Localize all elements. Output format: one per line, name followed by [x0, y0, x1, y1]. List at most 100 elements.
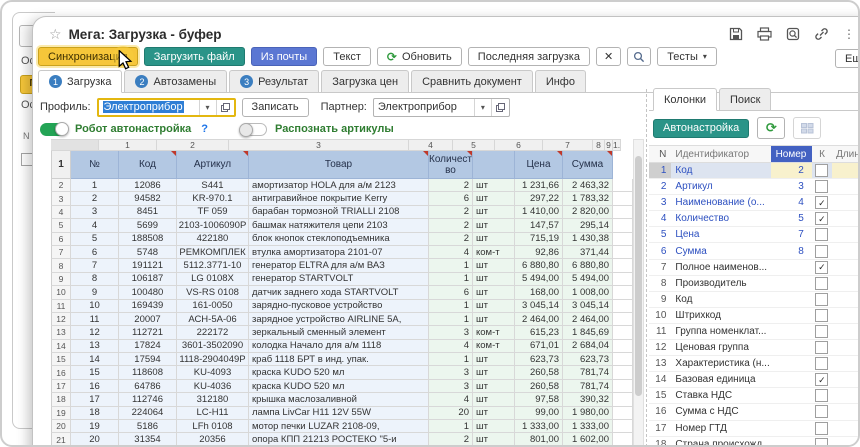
length-cell[interactable]: [832, 163, 860, 179]
length-cell[interactable]: [832, 372, 860, 388]
mapping-row[interactable]: 17 Номер ГТД ✓: [649, 421, 860, 437]
cell-qty[interactable]: 1: [429, 259, 473, 272]
cell-article[interactable]: KU-4093: [177, 366, 249, 379]
mapping-row[interactable]: 10 Штрихкод ✓: [649, 308, 860, 324]
cell-num[interactable]: 19: [71, 420, 119, 433]
kebab-icon[interactable]: ⋮: [843, 28, 855, 40]
tab-rezultat[interactable]: 3Результат: [229, 70, 319, 92]
tab-kolonki[interactable]: Колонки: [653, 88, 717, 111]
cell-sum[interactable]: 1 783,32: [563, 192, 613, 205]
cell-product[interactable]: краска KUDO 520 мл: [249, 380, 429, 393]
check-cell[interactable]: ✓: [812, 227, 832, 243]
length-cell[interactable]: [832, 211, 860, 227]
row-number[interactable]: 11: [51, 300, 71, 313]
check-cell[interactable]: ✓: [812, 421, 832, 437]
length-cell[interactable]: [832, 356, 860, 372]
save-icon[interactable]: [729, 27, 743, 41]
autoconfig-button[interactable]: Автонастройка: [653, 119, 749, 138]
cell-price[interactable]: 5 494,00: [515, 273, 563, 286]
cell-unit[interactable]: шт: [473, 366, 515, 379]
cell-price[interactable]: 801,00: [515, 433, 563, 446]
identifier-name[interactable]: Ставка НДС: [671, 388, 770, 404]
cell-product[interactable]: барабан тормозной TRIALLI 2108: [249, 206, 429, 219]
mapping-row[interactable]: 3 Наименование (о... 4 ✓: [649, 195, 860, 211]
cell-unit[interactable]: ком-т: [473, 246, 515, 259]
cell-sum[interactable]: 2 463,32: [563, 179, 613, 192]
cell-code[interactable]: 191121: [119, 259, 177, 272]
cell-extra[interactable]: [613, 340, 633, 353]
column-number-value[interactable]: 5: [771, 211, 812, 227]
cell-extra[interactable]: [613, 286, 633, 299]
cell-extra[interactable]: [613, 420, 633, 433]
cell-sum[interactable]: 371,44: [563, 246, 613, 259]
cell-extra[interactable]: [613, 179, 633, 192]
checkbox[interactable]: ✓: [815, 325, 828, 338]
length-cell[interactable]: [832, 404, 860, 420]
cell-price[interactable]: 6 880,80: [515, 259, 563, 272]
checkbox[interactable]: ✓: [815, 293, 828, 306]
cell-qty[interactable]: 4: [429, 393, 473, 406]
check-cell[interactable]: ✓: [812, 260, 832, 276]
cell-code[interactable]: 31354: [119, 433, 177, 446]
cell-article[interactable]: KR-970.1: [177, 192, 249, 205]
length-cell[interactable]: [832, 340, 860, 356]
column-number[interactable]: 8: [593, 139, 605, 151]
cell-code[interactable]: 5748: [119, 246, 177, 259]
column-number-value[interactable]: [771, 372, 812, 388]
cell-article[interactable]: АСН-5А-06: [177, 313, 249, 326]
cell-extra[interactable]: [613, 380, 633, 393]
row-number[interactable]: 4: [51, 206, 71, 219]
cell-unit[interactable]: шт: [473, 192, 515, 205]
tests-button[interactable]: Тесты▾: [657, 47, 717, 66]
panel-refresh-button[interactable]: ⟳: [757, 117, 785, 139]
cell-unit[interactable]: шт: [473, 286, 515, 299]
cell-unit[interactable]: шт: [473, 259, 515, 272]
cell-num[interactable]: 18: [71, 407, 119, 420]
check-cell[interactable]: ✓: [812, 372, 832, 388]
checkbox[interactable]: ✓: [815, 212, 828, 225]
cell-price[interactable]: 1 333,00: [515, 420, 563, 433]
cell-code[interactable]: 94582: [119, 192, 177, 205]
cell-qty[interactable]: 2: [429, 206, 473, 219]
cell-sum[interactable]: 5 494,00: [563, 273, 613, 286]
cell-article[interactable]: LC-H11: [177, 407, 249, 420]
scrollbar-thumb[interactable]: [635, 156, 642, 396]
cell-unit[interactable]: ком-т: [473, 340, 515, 353]
tab-info[interactable]: Инфо: [535, 70, 586, 92]
cell-num[interactable]: 9: [71, 286, 119, 299]
cell-code[interactable]: 118608: [119, 366, 177, 379]
identifier-name[interactable]: Группа номенклат...: [671, 324, 770, 340]
cell-extra[interactable]: [613, 192, 633, 205]
cell-sum[interactable]: 781,74: [563, 366, 613, 379]
close-button[interactable]: ✕: [596, 47, 621, 66]
row-number[interactable]: 16: [51, 366, 71, 379]
cell-article[interactable]: TF 059: [177, 206, 249, 219]
cell-price[interactable]: 715,19: [515, 233, 563, 246]
cell-product[interactable]: мотор печки LUZAR 2108-09,: [249, 420, 429, 433]
row-number[interactable]: 3: [51, 192, 71, 205]
last-load-button[interactable]: Последняя загрузка: [468, 47, 590, 66]
panel-divider[interactable]: [646, 89, 647, 447]
checkbox[interactable]: ✓: [815, 405, 828, 418]
column-number-value[interactable]: 8: [771, 243, 812, 259]
length-cell[interactable]: [832, 421, 860, 437]
cell-article[interactable]: 161-0050: [177, 300, 249, 313]
mapping-row[interactable]: 15 Ставка НДС ✓: [649, 388, 860, 404]
open-link-icon[interactable]: [216, 100, 234, 115]
cell-extra[interactable]: [613, 259, 633, 272]
cell-price[interactable]: 168,00: [515, 286, 563, 299]
cell-extra[interactable]: [613, 366, 633, 379]
check-cell[interactable]: ✓: [812, 340, 832, 356]
checkbox[interactable]: ✓: [815, 341, 828, 354]
length-cell[interactable]: [832, 308, 860, 324]
row-number[interactable]: 9: [51, 273, 71, 286]
column-number-value[interactable]: [771, 388, 812, 404]
mapping-row[interactable]: 6 Сумма 8 ✓: [649, 243, 860, 259]
header-unit[interactable]: [473, 151, 515, 179]
load-file-button[interactable]: Загрузить файл: [144, 47, 245, 66]
cell-sum[interactable]: 2 684,04: [563, 340, 613, 353]
cell-code[interactable]: 112721: [119, 326, 177, 339]
cell-article[interactable]: KU-4036: [177, 380, 249, 393]
cell-code[interactable]: 188508: [119, 233, 177, 246]
check-cell[interactable]: ✓: [812, 292, 832, 308]
